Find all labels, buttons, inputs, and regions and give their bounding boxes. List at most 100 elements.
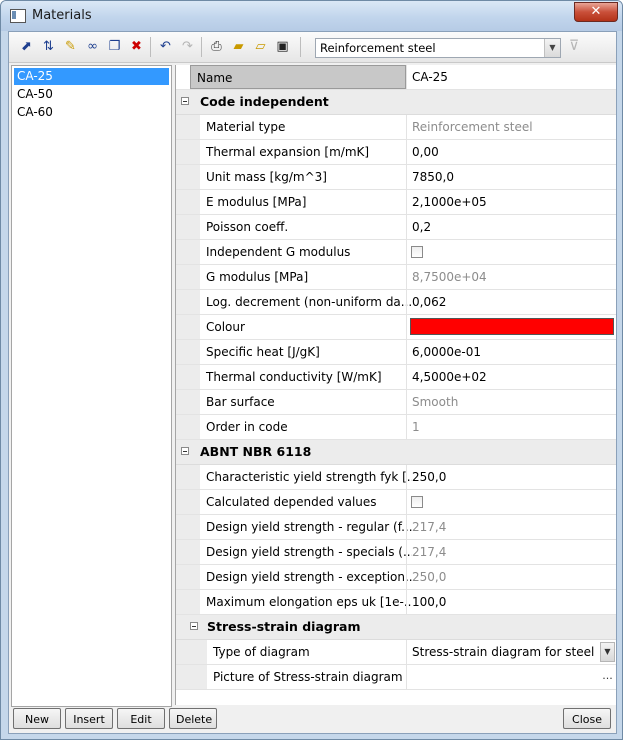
property-label: Design yield strength - exception... [206,570,412,584]
section-stress-strain[interactable]: Stress-strain diagram [176,615,616,640]
property-row-name: Name CA-25 [176,65,616,90]
property-row: G modulus [MPa] 8,7500e+04 [176,265,616,290]
property-label: Thermal conductivity [W/mK] [206,370,382,384]
property-value[interactable]: 0,062 [406,290,622,314]
property-label: Material type [206,120,286,134]
sort-icon[interactable]: ⇅ [40,38,57,55]
property-label: Design yield strength - regular (f... [206,520,412,534]
property-row: Picture of Stress-strain diagram ... [176,665,616,690]
property-label: G modulus [MPa] [206,270,309,284]
select-icon[interactable]: ⬈ [18,38,35,55]
chevron-down-icon[interactable]: ▼ [544,39,560,57]
calculated-values-checkbox[interactable] [411,496,423,508]
property-value[interactable]: 4,5000e+02 [406,365,622,389]
property-label: Name [190,65,406,89]
collapse-icon[interactable] [181,97,189,105]
property-row: Design yield strength - specials (... 21… [176,540,616,565]
property-label: Colour [206,320,245,334]
property-value[interactable]: 6,0000e-01 [406,340,622,364]
redo-icon[interactable]: ↷ [179,38,196,55]
window-close-button[interactable]: ✕ [574,2,618,22]
delete-icon[interactable]: ✖ [128,38,145,55]
material-type-select-value: Reinforcement steel [320,41,436,55]
section-abnt-nbr-6118[interactable]: ABNT NBR 6118 [176,440,616,465]
property-row: Design yield strength - exception... 250… [176,565,616,590]
property-row: Characteristic yield strength fyk [... 2… [176,465,616,490]
property-label: Characteristic yield strength fyk [... [206,470,412,484]
property-label: Thermal expansion [m/mK] [206,145,370,159]
property-label: Specific heat [J/gK] [206,345,320,359]
list-item[interactable]: CA-60 [14,104,169,121]
property-row: Thermal expansion [m/mK] 0,00 [176,140,616,165]
property-row: Type of diagram Stress-strain diagram fo… [176,640,616,665]
property-row: Order in code 1 [176,415,616,440]
copy-icon[interactable]: ❐ [106,38,123,55]
property-row: Log. decrement (non-uniform da... 0,062 [176,290,616,315]
property-value [406,665,617,689]
material-list[interactable]: CA-25 CA-50 CA-60 [11,65,172,707]
property-value: Smooth [406,390,622,414]
edit-icon[interactable]: ✎ [62,38,79,55]
open-folder-icon[interactable]: ▱ [252,38,269,55]
title-bar[interactable]: Materials ✕ [1,1,622,31]
property-label: Picture of Stress-strain diagram [213,670,403,684]
ellipsis-button[interactable]: ... [600,667,615,687]
name-field[interactable]: CA-25 [406,65,622,89]
property-value [406,490,617,514]
dialog-client: ⬈ ⇅ ✎ ∞ ❐ ✖ ↶ ↷ ⎙ ▰ ▱ ▣ Reinforcement st… [8,31,617,734]
property-label: Unit mass [kg/m^3] [206,170,327,184]
property-value[interactable]: 0,00 [406,140,622,164]
filter-icon[interactable]: ⊽ [566,38,582,55]
property-row: Calculated depended values [176,490,616,515]
collapse-icon[interactable] [190,622,198,630]
print-icon[interactable]: ⎙ [208,38,225,55]
diagram-type-select[interactable]: Stress-strain diagram for steel [406,640,622,664]
section-code-independent[interactable]: Code independent [176,90,616,115]
property-value: Reinforcement steel [406,115,622,139]
property-row: Design yield strength - regular (f... 21… [176,515,616,540]
insert-button[interactable]: Insert [65,708,113,729]
property-label: Calculated depended values [206,495,377,509]
property-row: E modulus [MPa] 2,1000e+05 [176,190,616,215]
window-icon [10,9,26,23]
toolbar-separator [150,37,151,57]
property-row: Colour [176,315,616,340]
undo-icon[interactable]: ↶ [157,38,174,55]
property-value: 8,7500e+04 [406,265,622,289]
property-value: 1 [406,415,622,439]
new-button[interactable]: New [13,708,61,729]
toolbar: ⬈ ⇅ ✎ ∞ ❐ ✖ ↶ ↷ ⎙ ▰ ▱ ▣ Reinforcement st… [9,32,616,63]
property-value[interactable]: 7850,0 [406,165,622,189]
property-value[interactable]: 250,0 [406,465,622,489]
property-row: Material type Reinforcement steel [176,115,616,140]
materials-window: Materials ✕ ⬈ ⇅ ✎ ∞ ❐ ✖ ↶ ↷ ⎙ ▰ ▱ ▣ Rein… [0,0,623,740]
independent-g-checkbox[interactable] [411,246,423,258]
material-type-select[interactable]: Reinforcement steel ▼ [315,38,561,58]
toolbar-separator [300,37,301,57]
list-item[interactable]: CA-25 [14,68,169,85]
property-row: Independent G modulus [176,240,616,265]
property-value: 217,4 [406,540,622,564]
property-value: 217,4 [406,515,622,539]
open-icon[interactable]: ▰ [230,38,247,55]
delete-button[interactable]: Delete [169,708,217,729]
property-row: Unit mass [kg/m^3] 7850,0 [176,165,616,190]
property-label: Order in code [206,420,288,434]
window-title: Materials [32,8,92,23]
property-label: Bar surface [206,395,275,409]
edit-button[interactable]: Edit [117,708,165,729]
save-icon[interactable]: ▣ [274,38,291,55]
close-button[interactable]: Close [563,708,611,729]
binoculars-icon[interactable]: ∞ [84,38,101,55]
property-value[interactable]: 2,1000e+05 [406,190,622,214]
collapse-icon[interactable] [181,447,189,455]
property-value[interactable]: 100,0 [406,590,622,614]
property-value: 250,0 [406,565,622,589]
property-row: Maximum elongation eps uk [1e-... 100,0 [176,590,616,615]
list-item[interactable]: CA-50 [14,86,169,103]
chevron-down-icon[interactable]: ▼ [600,642,615,662]
property-value[interactable]: 0,2 [406,215,622,239]
property-value [406,315,617,339]
colour-swatch[interactable] [410,318,614,335]
toolbar-separator [201,37,202,57]
